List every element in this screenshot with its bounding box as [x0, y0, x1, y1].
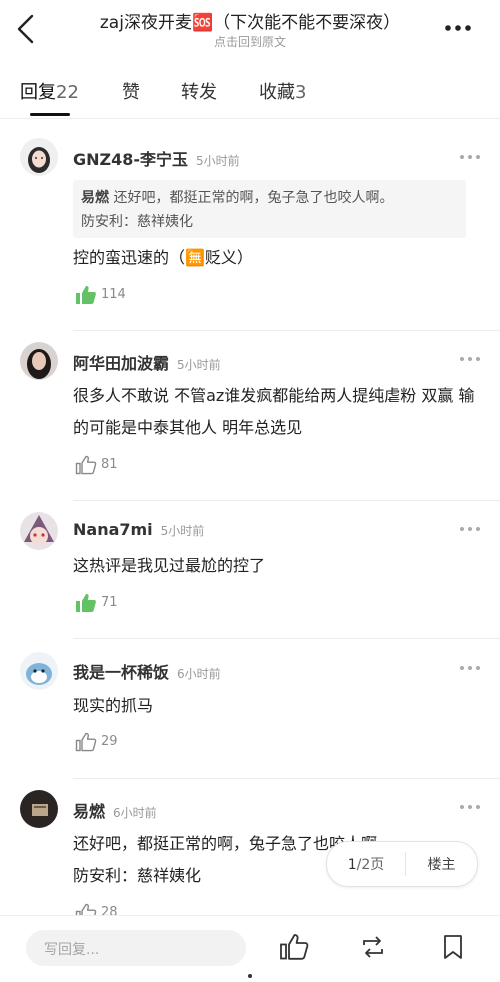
thumbs-up-icon [76, 286, 96, 304]
repost-icon[interactable] [358, 932, 388, 962]
quoted-text: 还好吧，都挺正常的啊，兔子急了也咬人啊。 [113, 190, 394, 206]
like-button[interactable]: 81 [75, 454, 118, 476]
like-button[interactable]: 29 [75, 731, 118, 753]
quoted-text: 防安利：慈祥姨化 [81, 214, 193, 230]
thumbs-up-icon [75, 732, 97, 752]
comment-item: 阿华田加波霸 5小时前 很多人不敢说 不管az谁发疯都能给两人提纯虐粉 双赢 输的… [0, 330, 500, 500]
tab-label: 赞 [122, 82, 140, 103]
current-page: 1 [347, 857, 357, 873]
op-only-button[interactable]: 楼主 [406, 854, 477, 874]
comment-text: 很多人不敢说 不管az谁发疯都能给两人提纯虐粉 双赢 输的可能是中泰其他人 明年… [73, 386, 475, 437]
tab-count: 22 [56, 82, 79, 103]
back-to-post-link[interactable]: 点击回到原文 [62, 33, 438, 50]
username: 易燃 [73, 802, 106, 821]
reply-input[interactable]: 写回复... [26, 930, 246, 966]
total-pages: /2页 [356, 857, 385, 873]
chevron-left-icon[interactable] [14, 12, 38, 46]
username[interactable]: GNZ48-李宁玉 [73, 150, 188, 169]
more-horizontal-icon[interactable] [458, 663, 482, 673]
quoted-username: 易燃 [81, 190, 109, 206]
page-indicator[interactable]: 1/2页 [327, 854, 405, 874]
more-horizontal-icon[interactable] [458, 354, 482, 364]
bookmark-icon[interactable] [438, 932, 468, 962]
tab-reposts[interactable]: 转发 [181, 78, 217, 104]
timestamp: 5小时前 [196, 154, 240, 168]
comment-text: 这热评是我见过最尬的控了 [73, 556, 266, 575]
tab-label: 收藏 [259, 82, 295, 103]
comment-item: GNZ48-李宁玉 5小时前 易燃 还好吧，都挺正常的啊，兔子急了也咬人啊。 防安… [0, 118, 500, 330]
reply-placeholder: 写回复... [44, 942, 100, 958]
avatar[interactable] [20, 138, 58, 176]
like-count: 114 [101, 287, 126, 302]
avatar[interactable] [20, 652, 58, 690]
comment-text: 现实的抓马 [73, 696, 154, 715]
like-count: 81 [101, 457, 118, 472]
thumbs-up-icon [75, 903, 97, 915]
comment-text: 控的蛮迅速的（🈚贬义） [73, 248, 253, 267]
thumbs-up-icon[interactable] [279, 932, 309, 962]
like-count: 71 [101, 595, 118, 610]
more-horizontal-icon[interactable] [458, 524, 482, 534]
page-title[interactable]: zaj深夜开麦🆘（下次能不能不要深夜） [62, 8, 438, 33]
home-indicator [248, 974, 252, 978]
comment-author[interactable]: 易燃 6小时前 [73, 798, 157, 822]
avatar[interactable] [20, 790, 58, 828]
more-horizontal-icon[interactable] [440, 14, 476, 42]
tab-label: 回复 [20, 82, 56, 103]
quoted-reply[interactable]: 易燃 还好吧，都挺正常的啊，兔子急了也咬人啊。 防安利：慈祥姨化 [73, 180, 466, 238]
tab-replies[interactable]: 回复22 [20, 78, 79, 104]
more-horizontal-icon[interactable] [458, 152, 482, 162]
timestamp: 6小时前 [177, 667, 221, 681]
tab-active-indicator [30, 113, 70, 116]
username: 阿华田加波霸 [73, 354, 170, 373]
like-count: 29 [101, 734, 118, 749]
like-button[interactable]: 71 [75, 592, 118, 614]
comment-item: 我是一杯稀饭 6小时前 现实的抓马 29 [0, 638, 500, 778]
timestamp: 5小时前 [177, 358, 221, 372]
tab-label: 转发 [181, 82, 217, 103]
tab-bar: 回复22 赞 转发 收藏3 [0, 72, 500, 118]
comment-author[interactable]: GNZ48-李宁玉 5小时前 [73, 146, 240, 170]
comment-author[interactable]: 我是一杯稀饭 6小时前 [73, 659, 221, 683]
like-button[interactable]: 28 [75, 902, 118, 915]
more-horizontal-icon[interactable] [458, 802, 482, 812]
page-switcher: 1/2页 楼主 [326, 841, 478, 887]
bottom-action-bar: 写回复... [0, 915, 500, 982]
like-count: 28 [101, 905, 118, 915]
tab-favorites[interactable]: 收藏3 [259, 78, 306, 104]
username: 我是一杯稀饭 [73, 663, 170, 682]
timestamp: 6小时前 [113, 806, 157, 820]
tab-count: 3 [295, 82, 307, 103]
comment-author[interactable]: Nana7mi 5小时前 [73, 520, 204, 539]
like-button[interactable]: 114 [75, 284, 126, 306]
thumbs-up-icon [75, 455, 97, 475]
thumbs-up-icon [76, 594, 96, 612]
timestamp: 5小时前 [160, 524, 205, 538]
avatar[interactable] [20, 512, 58, 550]
comment-author[interactable]: 阿华田加波霸 5小时前 [73, 350, 221, 374]
top-bar: zaj深夜开麦🆘（下次能不能不要深夜） 点击回到原文 [0, 0, 500, 60]
username: Nana7mi [73, 520, 153, 539]
comment-item: Nana7mi 5小时前 这热评是我见过最尬的控了 71 [0, 500, 500, 638]
tab-likes[interactable]: 赞 [122, 78, 140, 104]
avatar[interactable] [20, 342, 58, 380]
